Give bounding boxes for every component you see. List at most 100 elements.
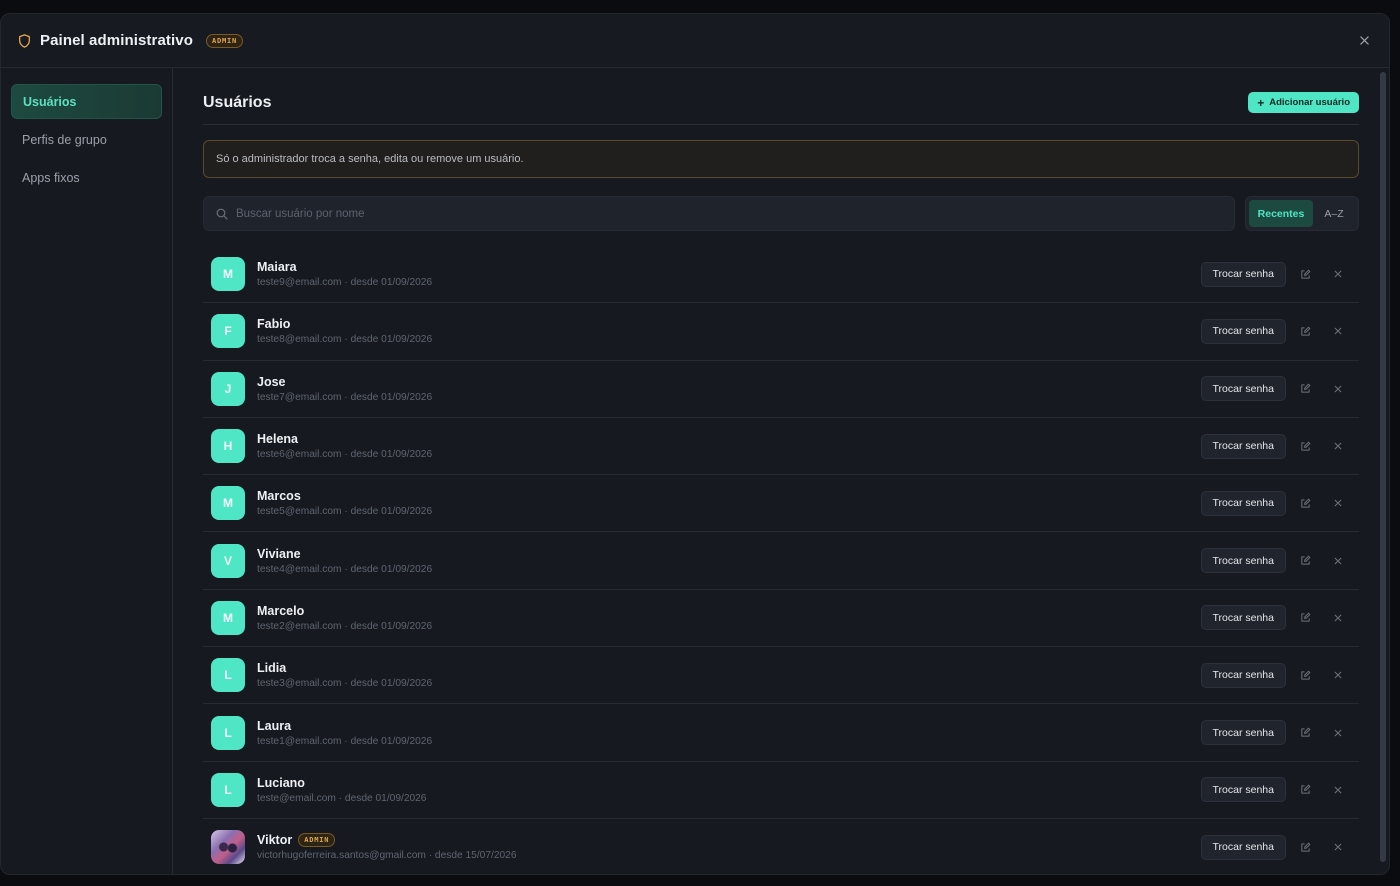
edit-icon[interactable] bbox=[1296, 437, 1314, 455]
user-name-line: Viktor ADMIN bbox=[257, 833, 517, 848]
row-actions: Trocar senha bbox=[1200, 318, 1351, 344]
sort-az-option[interactable]: A–Z bbox=[1313, 200, 1355, 227]
delete-icon[interactable] bbox=[1329, 552, 1347, 570]
search-box[interactable] bbox=[203, 196, 1235, 231]
user-name: Jose bbox=[257, 374, 286, 389]
edit-icon[interactable] bbox=[1296, 724, 1314, 742]
user-row: L Lidia teste3@email.com · desde 01/09/2… bbox=[203, 647, 1359, 705]
avatar: J bbox=[211, 371, 245, 406]
add-user-button[interactable]: + Adicionar usuário bbox=[1248, 92, 1359, 113]
edit-icon[interactable] bbox=[1296, 838, 1314, 856]
sidebar-item-apps-fixos[interactable]: Apps fixos bbox=[11, 160, 162, 195]
sidebar-item-perfis-de-grupo[interactable]: Perfis de grupo bbox=[11, 122, 162, 157]
user-info: Laura teste1@email.com · desde 01/09/202… bbox=[257, 719, 432, 747]
user-name-line: Jose bbox=[257, 375, 432, 389]
admin-notice: Só o administrador troca a senha, edita … bbox=[203, 140, 1359, 178]
user-row: F Fabio teste8@email.com · desde 01/09/2… bbox=[203, 303, 1359, 361]
change-password-button[interactable]: Trocar senha bbox=[1200, 720, 1286, 746]
user-row: J Jose teste7@email.com · desde 01/09/20… bbox=[203, 361, 1359, 418]
user-name: Fabio bbox=[257, 317, 291, 332]
user-row: M Marcos teste5@email.com · desde 01/09/… bbox=[203, 475, 1359, 533]
user-name-line: Marcos bbox=[257, 489, 432, 503]
admin-badge: ADMIN bbox=[205, 33, 244, 48]
change-password-button[interactable]: Trocar senha bbox=[1200, 548, 1286, 574]
avatar: M bbox=[211, 257, 245, 292]
user-name: Marcos bbox=[257, 489, 301, 504]
sidebar-item-usuarios[interactable]: Usuários bbox=[11, 84, 162, 119]
user-row: M Marcelo teste2@email.com · desde 01/09… bbox=[203, 590, 1359, 648]
avatar: H bbox=[211, 429, 245, 464]
change-password-button[interactable]: Trocar senha bbox=[1200, 777, 1286, 803]
user-info: Fabio teste8@email.com · desde 01/09/202… bbox=[257, 317, 432, 345]
change-password-button[interactable]: Trocar senha bbox=[1200, 318, 1286, 344]
edit-icon[interactable] bbox=[1296, 552, 1314, 570]
search-input[interactable] bbox=[236, 207, 1222, 220]
avatar: V bbox=[211, 543, 245, 578]
edit-icon[interactable] bbox=[1296, 380, 1314, 398]
user-name-line: Lidia bbox=[257, 661, 432, 675]
row-actions: Trocar senha bbox=[1200, 662, 1351, 688]
close-icon[interactable] bbox=[1355, 32, 1373, 50]
user-info: Helena teste6@email.com · desde 01/09/20… bbox=[257, 432, 432, 460]
change-password-button[interactable]: Trocar senha bbox=[1200, 834, 1286, 860]
user-name-line: Fabio bbox=[257, 317, 432, 331]
change-password-button[interactable]: Trocar senha bbox=[1200, 490, 1286, 516]
divider bbox=[203, 124, 1359, 125]
delete-icon[interactable] bbox=[1329, 724, 1347, 742]
delete-icon[interactable] bbox=[1329, 609, 1347, 627]
delete-icon[interactable] bbox=[1329, 380, 1347, 398]
list-toolbar: Recentes A–Z bbox=[203, 196, 1359, 231]
user-info: Jose teste7@email.com · desde 01/09/2026 bbox=[257, 375, 432, 403]
edit-icon[interactable] bbox=[1296, 781, 1314, 799]
user-name: Laura bbox=[257, 718, 292, 733]
row-actions: Trocar senha bbox=[1200, 605, 1351, 631]
delete-icon[interactable] bbox=[1329, 666, 1347, 684]
row-actions: Trocar senha bbox=[1200, 834, 1351, 860]
user-row: H Helena teste6@email.com · desde 01/09/… bbox=[203, 418, 1359, 476]
user-meta: teste7@email.com · desde 01/09/2026 bbox=[257, 391, 433, 403]
change-password-button[interactable]: Trocar senha bbox=[1200, 376, 1286, 402]
row-actions: Trocar senha bbox=[1200, 548, 1351, 574]
delete-icon[interactable] bbox=[1329, 437, 1347, 455]
main-content: Usuários + Adicionar usuário Só o admini… bbox=[173, 68, 1389, 874]
user-info: Viviane teste4@email.com · desde 01/09/2… bbox=[257, 547, 432, 575]
edit-icon[interactable] bbox=[1296, 666, 1314, 684]
row-actions: Trocar senha bbox=[1200, 720, 1351, 746]
page-title: Usuários bbox=[203, 93, 272, 111]
user-info: Viktor ADMIN victorhugoferreira.santos@g… bbox=[257, 833, 517, 861]
user-info: Lidia teste3@email.com · desde 01/09/202… bbox=[257, 661, 432, 689]
user-name-line: Helena bbox=[257, 432, 432, 446]
edit-icon[interactable] bbox=[1296, 609, 1314, 627]
shield-icon bbox=[18, 33, 31, 48]
user-meta: teste8@email.com · desde 01/09/2026 bbox=[257, 334, 433, 346]
row-actions: Trocar senha bbox=[1200, 433, 1351, 459]
delete-icon[interactable] bbox=[1329, 838, 1347, 856]
change-password-button[interactable]: Trocar senha bbox=[1200, 433, 1286, 459]
user-meta: teste@email.com · desde 01/09/2026 bbox=[257, 792, 427, 804]
delete-icon[interactable] bbox=[1329, 265, 1347, 283]
delete-icon[interactable] bbox=[1329, 781, 1347, 799]
edit-icon[interactable] bbox=[1296, 494, 1314, 512]
user-name: Maiara bbox=[257, 260, 297, 275]
sort-toggle: Recentes A–Z bbox=[1245, 196, 1359, 231]
delete-icon[interactable] bbox=[1329, 494, 1347, 512]
change-password-button[interactable]: Trocar senha bbox=[1200, 662, 1286, 688]
avatar: M bbox=[211, 600, 245, 635]
sort-recentes-option[interactable]: Recentes bbox=[1249, 200, 1313, 227]
scrollbar[interactable] bbox=[1380, 72, 1386, 862]
window-title: Painel administrativo bbox=[40, 32, 193, 49]
user-name: Helena bbox=[257, 432, 298, 447]
user-row: L Laura teste1@email.com · desde 01/09/2… bbox=[203, 704, 1359, 762]
user-name-line: Viviane bbox=[257, 547, 432, 561]
user-meta: teste5@email.com · desde 01/09/2026 bbox=[257, 506, 433, 518]
user-row: Viktor ADMIN victorhugoferreira.santos@g… bbox=[203, 819, 1359, 874]
user-meta: victorhugoferreira.santos@gmail.com · de… bbox=[257, 850, 517, 862]
edit-icon[interactable] bbox=[1296, 322, 1314, 340]
user-name-line: Maiara bbox=[257, 260, 432, 274]
change-password-button[interactable]: Trocar senha bbox=[1200, 605, 1286, 631]
delete-icon[interactable] bbox=[1329, 322, 1347, 340]
edit-icon[interactable] bbox=[1296, 265, 1314, 283]
add-user-label: Adicionar usuário bbox=[1269, 97, 1350, 108]
user-meta: teste3@email.com · desde 01/09/2026 bbox=[257, 678, 433, 690]
change-password-button[interactable]: Trocar senha bbox=[1200, 261, 1286, 287]
